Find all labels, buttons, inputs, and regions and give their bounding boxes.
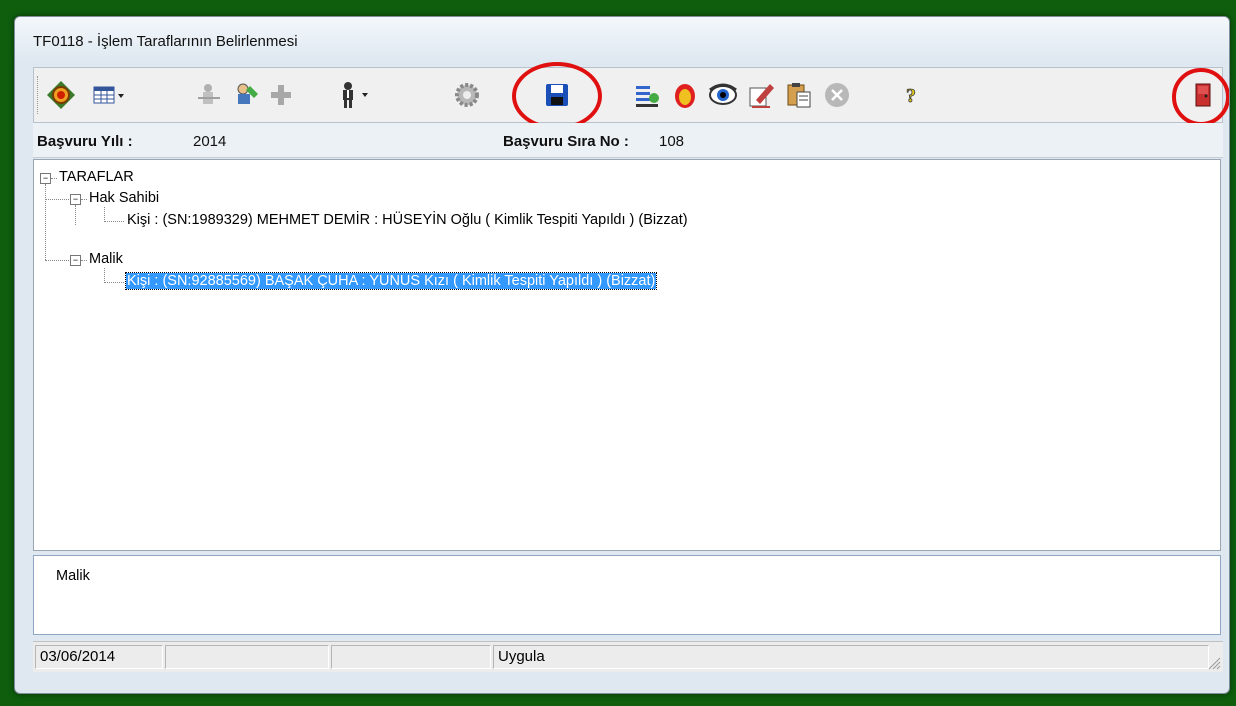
gear-icon[interactable]: [452, 80, 482, 110]
toolbar: ?: [33, 62, 1229, 130]
clipboard-icon[interactable]: [784, 80, 814, 110]
status-cell-2: [165, 645, 329, 669]
tree-line: [81, 199, 87, 200]
edit-doc-icon[interactable]: [746, 80, 776, 110]
svg-text:?: ?: [906, 85, 916, 107]
toolbar-grip[interactable]: [37, 76, 41, 114]
tree-line: [104, 268, 105, 283]
parties-tree[interactable]: − TARAFLAR − Hak Sahibi Kişi : (SN:19893…: [33, 159, 1221, 551]
tree-line: [45, 260, 69, 261]
tree-line: [51, 178, 57, 179]
person-menu-icon[interactable]: [334, 80, 374, 110]
app-window: TF0118 - İşlem Taraflarının Belirlenmesi: [14, 16, 1230, 694]
seq-value: 108: [659, 133, 685, 150]
tree-group-hak-sahibi[interactable]: Hak Sahibi: [89, 190, 159, 206]
status-action: Uygula: [493, 645, 1209, 669]
tree-group-malik[interactable]: Malik: [89, 251, 123, 267]
group-expander-hak-sahibi[interactable]: −: [70, 194, 81, 205]
description-text: Malik: [56, 568, 90, 584]
cancel-icon[interactable]: [822, 80, 852, 110]
save-highlight-circle: [512, 62, 602, 130]
disabled-person-icon[interactable]: [194, 80, 224, 110]
resize-grip-icon[interactable]: [1205, 654, 1221, 670]
add-icon[interactable]: [266, 80, 296, 110]
seq-label: Başvuru Sıra No :: [503, 133, 629, 150]
tree-line: [104, 221, 124, 222]
status-cell-3: [331, 645, 491, 669]
tree-line: [81, 260, 87, 261]
fire-icon[interactable]: [670, 80, 700, 110]
root-expander[interactable]: −: [40, 173, 51, 184]
year-value: 2014: [193, 133, 227, 150]
title-bar: TF0118 - İşlem Taraflarının Belirlenmesi: [15, 17, 1229, 65]
tree-root[interactable]: TARAFLAR: [59, 169, 134, 185]
tree-line: [75, 205, 76, 225]
grid-menu-icon[interactable]: [92, 80, 130, 110]
tree-line: [104, 282, 124, 283]
tree-line: [45, 199, 69, 200]
group-expander-malik[interactable]: −: [70, 255, 81, 266]
description-panel: Malik: [33, 555, 1221, 635]
window-title: TF0118 - İşlem Taraflarının Belirlenmesi: [33, 33, 298, 50]
exit-highlight-circle: [1172, 68, 1229, 126]
eye-icon[interactable]: [708, 80, 738, 110]
status-bar: 03/06/2014 Uygula: [33, 641, 1223, 672]
frame-icon[interactable]: [46, 80, 76, 110]
tree-line: [45, 184, 46, 260]
transfer-icon[interactable]: [632, 80, 662, 110]
edit-person-icon[interactable]: [232, 80, 262, 110]
tree-item-person-2[interactable]: Kişi : (SN:92885569) BAŞAK ÇUHA : YUNUS …: [124, 272, 658, 290]
tree-item-person-1[interactable]: Kişi : (SN:1989329) MEHMET DEMİR : HÜSEY…: [127, 212, 688, 228]
status-date: 03/06/2014: [35, 645, 163, 669]
info-bar: Başvuru Yılı : 2014 Başvuru Sıra No : 10…: [33, 123, 1223, 158]
year-label: Başvuru Yılı :: [37, 133, 133, 150]
help-icon[interactable]: ?: [896, 80, 926, 110]
tree-line: [104, 207, 105, 222]
